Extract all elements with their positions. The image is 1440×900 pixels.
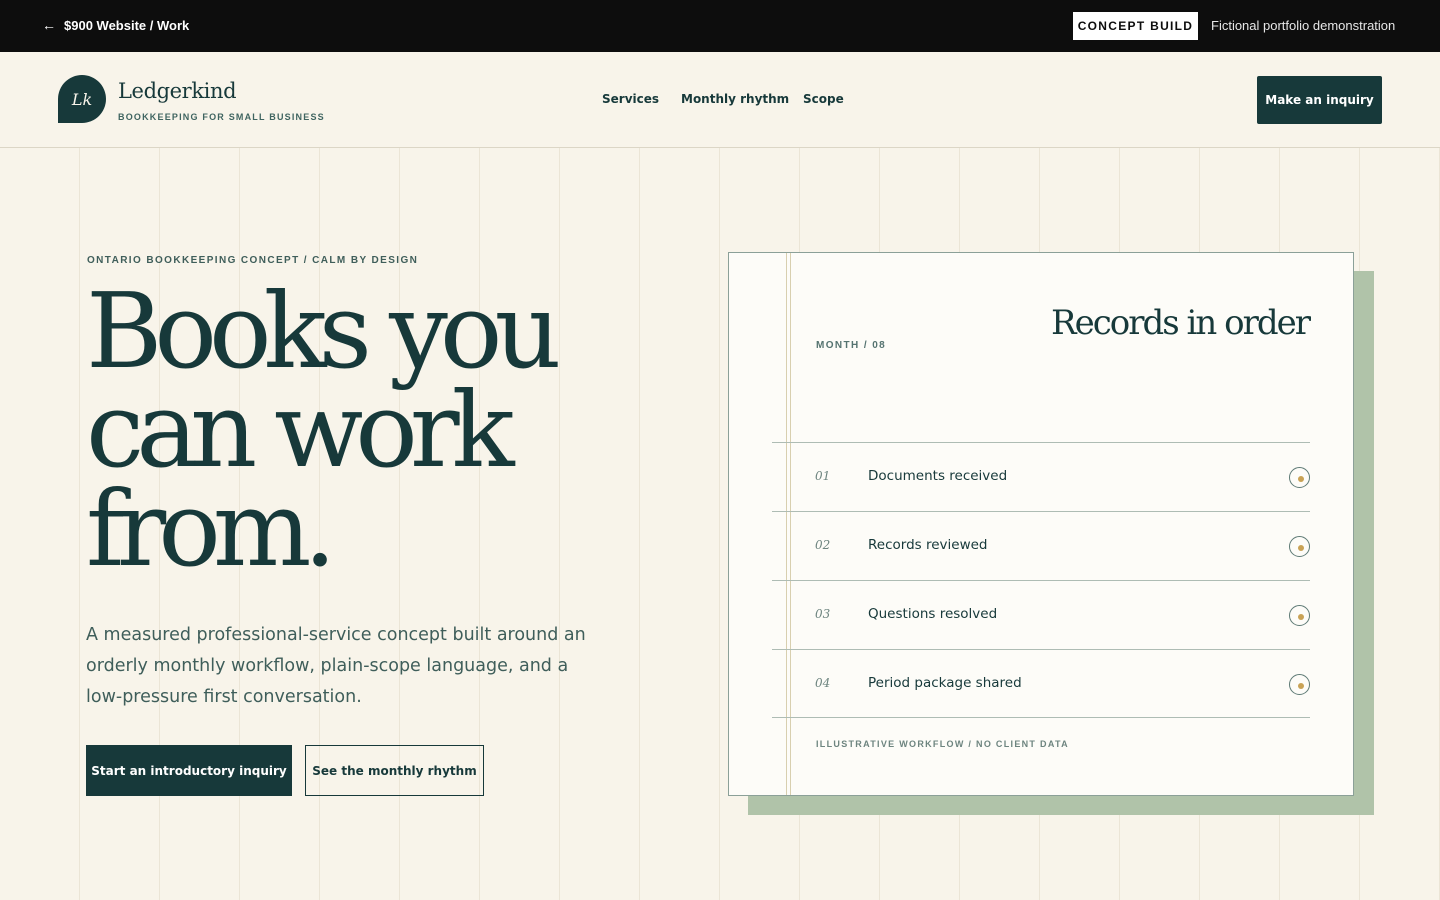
row-label: Period package shared [868,675,1022,691]
top-bar: ← $900 Website / Work CONCEPT BUILD Fict… [0,0,1440,52]
workflow-row: 02 Records reviewed [772,511,1310,580]
back-to-work-link[interactable]: ← $900 Website / Work [42,17,189,33]
row-number: 02 [815,538,831,552]
row-number: 04 [815,676,831,690]
row-label: Questions resolved [868,606,998,622]
row-number: 03 [815,607,831,621]
logo-mark[interactable]: Lk [58,75,106,123]
status-dot-icon [1289,536,1310,557]
see-monthly-rhythm-button[interactable]: See the monthly rhythm [305,745,484,796]
workflow-row: 04 Period package shared [772,649,1310,718]
start-inquiry-button[interactable]: Start an introductory inquiry [86,745,292,796]
hero-headline: Books you can work from. [86,279,646,581]
card-title: Records in order [1051,303,1311,343]
nav-services[interactable]: Services [602,92,659,106]
site-header: Lk Ledgerkind BOOKKEEPING FOR SMALL BUSI… [0,52,1440,148]
records-card: MONTH / 08 Records in order 01 Documents… [728,252,1354,796]
brand-tagline: BOOKKEEPING FOR SMALL BUSINESS [118,112,325,122]
make-inquiry-button[interactable]: Make an inquiry [1257,76,1382,124]
brand-name[interactable]: Ledgerkind [118,79,237,103]
concept-build-badge: CONCEPT BUILD [1073,12,1198,40]
portfolio-note: Fictional portfolio demonstration [1211,18,1396,33]
status-dot-icon [1289,467,1310,488]
card-month-label: MONTH / 08 [816,340,887,351]
hero-eyebrow: ONTARIO BOOKKEEPING CONCEPT / CALM BY DE… [87,255,419,266]
nav-monthly-rhythm[interactable]: Monthly rhythm [681,92,789,106]
headline-line-3: from. [86,468,336,590]
card-footer-note: ILLUSTRATIVE WORKFLOW / NO CLIENT DATA [816,739,1069,749]
workflow-row: 01 Documents received [772,442,1310,511]
row-label: Documents received [868,468,1008,484]
row-number: 01 [815,469,831,483]
status-dot-icon [1289,605,1310,626]
workflow-row: 03 Questions resolved [772,580,1310,649]
row-label: Records reviewed [868,537,988,553]
back-link-label: $900 Website / Work [64,17,190,33]
workflow-list: 01 Documents received 02 Records reviewe… [772,442,1310,718]
status-dot-icon [1289,674,1310,695]
hero-lede: A measured professional-service concept … [86,625,586,707]
arrow-left-icon: ← [42,17,56,33]
nav-scope[interactable]: Scope [803,92,844,106]
